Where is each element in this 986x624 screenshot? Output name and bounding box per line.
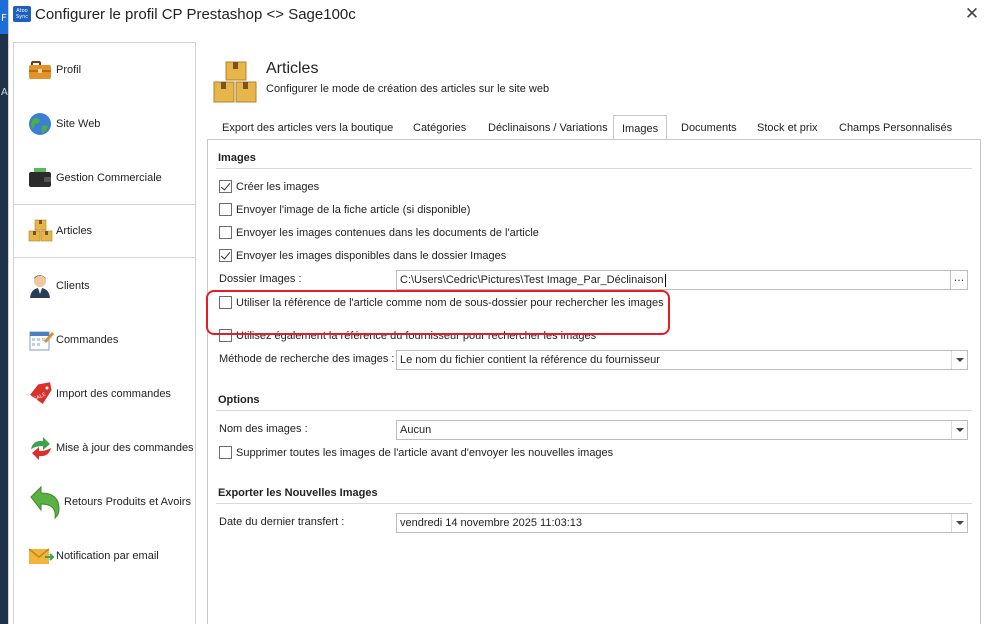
- send-document-images-option[interactable]: Envoyer les images contenues dans les do…: [219, 226, 539, 239]
- sidebar-item-label: Articles: [56, 225, 93, 237]
- sidebar-item-notification-email[interactable]: Notification par email: [14, 529, 195, 583]
- refresh-arrows-icon: [28, 435, 54, 461]
- send-article-image-checkbox[interactable]: [219, 203, 232, 216]
- delete-all-images-checkbox[interactable]: [219, 446, 232, 459]
- tab-documents[interactable]: Documents: [673, 116, 745, 140]
- app-logo: Atoo Sync: [13, 6, 31, 22]
- text-caret: [664, 273, 666, 287]
- use-supplier-ref-label: Utilisez également la référence du fourn…: [236, 329, 597, 342]
- section-divider: [216, 503, 972, 504]
- send-folder-images-checkbox[interactable]: [219, 249, 232, 262]
- user-icon: [28, 273, 54, 299]
- return-arrow-icon: [28, 485, 62, 520]
- sidebar-item-retours-produits[interactable]: Retours Produits et Avoirs: [14, 475, 195, 529]
- desktop-edge: F A: [0, 0, 8, 624]
- use-supplier-ref-checkbox[interactable]: [219, 329, 232, 342]
- browse-folder-button[interactable]: ...: [950, 271, 967, 289]
- image-name-label: Nom des images :: [219, 423, 308, 435]
- config-dialog: Atoo Sync Configurer le profil CP Presta…: [8, 0, 986, 624]
- last-transfer-picker[interactable]: vendredi 14 novembre 2025 11:03:13: [396, 513, 968, 533]
- create-images-label: Créer les images: [236, 180, 320, 193]
- sidebar-item-mise-a-jour-commandes[interactable]: Mise à jour des commandes: [14, 421, 195, 475]
- create-images-option[interactable]: Créer les images: [219, 180, 319, 193]
- folder-images-input[interactable]: C:\Users\Cedric\Pictures\Test Image_Par_…: [396, 270, 968, 290]
- content-area: Articles Configurer le mode de création …: [204, 42, 986, 624]
- sidebar-item-label: Site Web: [56, 118, 101, 130]
- folder-images-value: C:\Users\Cedric\Pictures\Test Image_Par_…: [400, 274, 664, 286]
- section-divider: [216, 410, 972, 411]
- image-name-select[interactable]: Aucun: [396, 420, 968, 440]
- sidebar-item-import-commandes[interactable]: SALE Import des commandes: [14, 367, 195, 421]
- send-folder-images-option[interactable]: Envoyer les images disponibles dans le d…: [219, 249, 506, 262]
- tab-export-articles[interactable]: Export des articles vers la boutique: [214, 116, 401, 140]
- sale-tag-icon: SALE: [28, 381, 54, 407]
- boxes-icon: [28, 218, 54, 244]
- sidebar-item-site-web[interactable]: Site Web: [14, 97, 195, 151]
- sidebar-item-label: Mise à jour des commandes: [56, 442, 194, 454]
- search-method-select[interactable]: Le nom du fichier contient la référence …: [396, 350, 968, 370]
- section-title-export: Exporter les Nouvelles Images: [218, 487, 378, 499]
- chevron-down-icon[interactable]: [951, 514, 967, 532]
- tab-panel-images: Images Créer les images Envoyer l'image …: [206, 139, 981, 624]
- sidebar-item-label: Import des commandes: [56, 388, 171, 400]
- sidebar-item-gestion-commerciale[interactable]: Gestion Commerciale: [14, 151, 195, 205]
- email-icon: [28, 543, 56, 569]
- sidebar-item-label: Notification par email: [56, 550, 159, 562]
- tab-categories[interactable]: Catégories: [405, 116, 474, 140]
- desktop-letter: A: [1, 87, 8, 98]
- calendar-icon: [28, 327, 54, 353]
- desktop-letter: F: [1, 13, 7, 24]
- briefcase-icon: [28, 57, 54, 83]
- use-article-ref-checkbox[interactable]: [219, 296, 232, 309]
- section-title-options: Options: [218, 394, 260, 406]
- sidebar-item-clients[interactable]: Clients: [14, 259, 195, 313]
- last-transfer-label: Date du dernier transfert :: [219, 516, 345, 528]
- sidebar-item-label: Retours Produits et Avoirs: [64, 496, 191, 508]
- wallet-icon: [28, 165, 54, 191]
- use-article-ref-label: Utiliser la référence de l'article comme…: [236, 296, 664, 309]
- tab-bar: Export des articles vers la boutique Cat…: [204, 115, 986, 140]
- send-article-image-option[interactable]: Envoyer l'image de la fiche article (si …: [219, 203, 470, 216]
- search-method-label: Méthode de recherche des images :: [219, 353, 395, 365]
- chevron-down-icon[interactable]: [951, 351, 967, 369]
- search-method-value: Le nom du fichier contient la référence …: [400, 354, 660, 366]
- sidebar-item-profil[interactable]: Profil: [14, 43, 195, 97]
- folder-images-label: Dossier Images :: [219, 273, 302, 285]
- image-name-value: Aucun: [400, 424, 432, 436]
- globe-icon: [28, 111, 54, 137]
- sidebar-item-label: Commandes: [56, 334, 119, 346]
- send-folder-images-label: Envoyer les images disponibles dans le d…: [236, 249, 507, 262]
- sidebar-item-label: Gestion Commerciale: [56, 172, 162, 184]
- page-title: Articles: [266, 60, 319, 77]
- sidebar-item-articles[interactable]: Articles: [14, 204, 195, 258]
- sidebar-item-commandes[interactable]: Commandes: [14, 313, 195, 367]
- window-title: Configurer le profil CP Prestashop <> Sa…: [35, 6, 356, 23]
- send-document-images-checkbox[interactable]: [219, 226, 232, 239]
- tab-stock-prix[interactable]: Stock et prix: [749, 116, 826, 140]
- title-bar: Atoo Sync Configurer le profil CP Presta…: [9, 0, 986, 30]
- delete-all-images-label: Supprimer toutes les images de l'article…: [236, 446, 614, 459]
- use-article-ref-option[interactable]: Utiliser la référence de l'article comme…: [219, 296, 664, 309]
- sidebar-item-label: Profil: [56, 64, 82, 76]
- send-article-image-label: Envoyer l'image de la fiche article (si …: [236, 203, 471, 216]
- sidebar-item-label: Clients: [56, 280, 90, 292]
- last-transfer-value: vendredi 14 novembre 2025 11:03:13: [400, 517, 583, 529]
- section-divider: [216, 168, 972, 169]
- section-title-images: Images: [218, 152, 256, 164]
- page-subtitle: Configurer le mode de création des artic…: [266, 83, 550, 95]
- send-document-images-label: Envoyer les images contenues dans les do…: [236, 226, 539, 239]
- boxes-icon: [212, 60, 260, 104]
- create-images-checkbox[interactable]: [219, 180, 232, 193]
- delete-all-images-option[interactable]: Supprimer toutes les images de l'article…: [219, 446, 613, 459]
- sidebar: Profil Site Web Gestion Commerciale Arti…: [13, 42, 196, 624]
- chevron-down-icon[interactable]: [951, 421, 967, 439]
- use-supplier-ref-option[interactable]: Utilisez également la référence du fourn…: [219, 329, 596, 342]
- close-icon[interactable]: ✕: [963, 5, 981, 23]
- tab-declinaisons[interactable]: Déclinaisons / Variations: [480, 116, 616, 140]
- tab-champs-personnalises[interactable]: Champs Personnalisés: [831, 116, 960, 140]
- tab-images[interactable]: Images: [613, 115, 668, 140]
